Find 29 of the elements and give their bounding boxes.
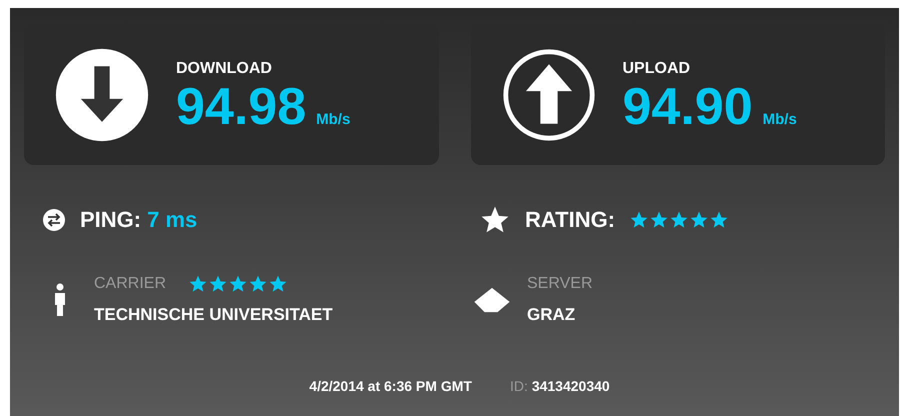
carrier-label: CARRIER <box>94 274 166 294</box>
speed-value: 94.90 <box>622 80 753 132</box>
speed-value: 94.98 <box>176 80 306 132</box>
star-icon <box>709 210 730 230</box>
star-icon <box>689 210 710 230</box>
star-icon <box>228 274 248 294</box>
speed-unit: Mb/s <box>762 112 797 126</box>
ping-value: 7 ms <box>147 206 198 234</box>
speed-unit: Mb/s <box>316 112 350 126</box>
diamond-icon <box>473 286 511 313</box>
rating-label: RATING: <box>525 206 616 234</box>
test-id: 3413420340 <box>532 376 610 396</box>
ping-label: PING: <box>80 206 142 234</box>
star-icon <box>188 274 208 294</box>
star-icon <box>208 274 228 294</box>
carrier-name: TECHNISCHE UNIVERSITAET <box>94 304 333 326</box>
star-icon <box>649 210 670 230</box>
id-label: ID: <box>510 376 528 396</box>
star-icon <box>268 274 288 294</box>
result-label: UPLOAD <box>622 58 692 78</box>
test-date: 4/2/2014 at 6:36 PM GMT <box>309 376 472 396</box>
server-label: SERVER <box>527 274 593 294</box>
swap-arrows-icon <box>42 208 66 232</box>
star-icon <box>669 210 690 230</box>
star-icon <box>248 274 268 294</box>
result-label: DOWNLOAD <box>176 58 273 78</box>
server-name: GRAZ <box>527 304 576 326</box>
person-icon <box>54 282 66 317</box>
star-icon <box>629 210 650 230</box>
